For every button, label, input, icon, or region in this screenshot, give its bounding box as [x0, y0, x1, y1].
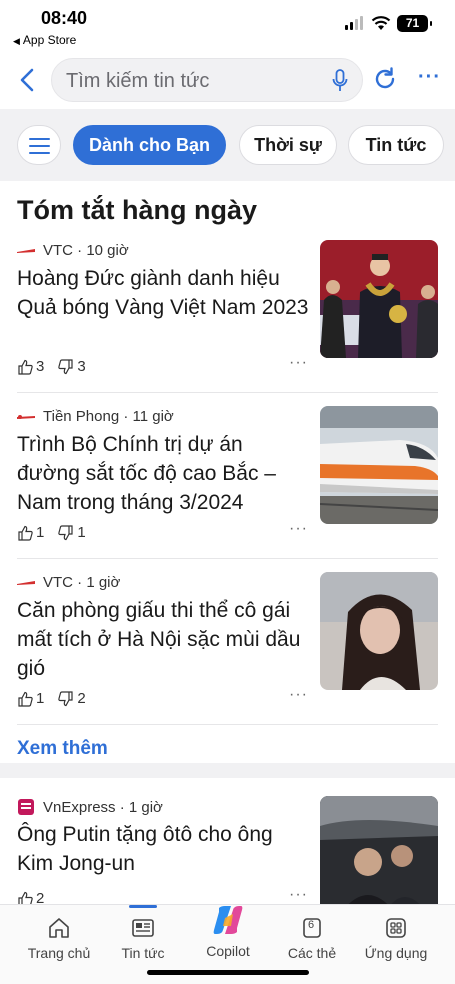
thumbs-down-icon [58, 690, 73, 706]
like-button[interactable]: 3 [17, 358, 44, 375]
source-text: VTC · 1 giờ [43, 574, 121, 591]
battery-level: 71 [405, 16, 420, 30]
thumbs-down-icon [58, 358, 73, 374]
like-count: 1 [36, 690, 45, 707]
tab-news[interactable]: Tin tức [348, 125, 444, 165]
newspaper-icon [132, 919, 154, 937]
divider [17, 392, 438, 393]
nav-apps-label: Ứng dụng [364, 945, 428, 961]
category-tabs: Dành cho Bạn Thời sự Tin tức [0, 109, 455, 181]
see-more-link[interactable]: Xem thêm [17, 738, 108, 760]
divider [17, 558, 438, 559]
like-count: 1 [36, 524, 45, 541]
back-app-label: App Store [22, 33, 77, 47]
status-time: 08:40 [41, 8, 88, 28]
thumbs-up-icon [18, 525, 33, 541]
like-button[interactable]: 1 [17, 690, 44, 707]
tab-current-affairs[interactable]: Thời sự [239, 125, 337, 165]
dislike-count: 1 [77, 524, 86, 541]
article-headline[interactable]: Căn phòng giấu thi thể cô gái mất tích ở… [17, 596, 309, 683]
article-headline[interactable]: Trình Bộ Chính trị dự án đường sắt tốc đ… [17, 430, 309, 517]
article-source: VnExpress · 1 giờ [17, 798, 163, 816]
article-headline[interactable]: Ông Putin tặng ôtô cho ông Kim Jong-un [17, 820, 309, 878]
back-triangle-icon: ◀ [13, 36, 20, 46]
like-count: 3 [36, 358, 45, 375]
thumbs-up-icon [18, 691, 33, 707]
nav-apps[interactable]: Ứng dụng [356, 905, 436, 961]
thumbs-up-icon [18, 359, 33, 375]
article-source: VTC · 10 giờ [17, 242, 129, 259]
article-reactions: 3 3 [17, 358, 100, 375]
tab-for-you[interactable]: Dành cho Bạn [73, 125, 226, 165]
nav-tabs-label: Các thẻ [287, 945, 337, 961]
nav-home-label: Trang chủ [27, 945, 91, 961]
copilot-icon [213, 906, 243, 934]
dislike-button[interactable]: 2 [58, 690, 86, 707]
source-text: Tiền Phong · 11 giờ [43, 408, 174, 425]
article-more-icon[interactable]: ··· [289, 354, 308, 372]
dislike-count: 3 [77, 358, 86, 375]
source-text: VTC · 10 giờ [43, 242, 129, 259]
tabs-count-badge: 6 [308, 919, 315, 931]
nav-home[interactable]: Trang chủ [19, 905, 99, 961]
vtc-logo-icon [17, 248, 35, 253]
article-reactions: 1 2 [17, 690, 100, 707]
article-reactions: 2 [17, 890, 58, 904]
section-gap [0, 763, 455, 778]
refresh-icon[interactable] [372, 66, 398, 92]
vnexpress-logo-icon [18, 799, 34, 815]
article-more-icon[interactable]: ··· [289, 886, 308, 904]
vtc-logo-icon [17, 580, 35, 585]
article-headline[interactable]: Hoàng Đức giành danh hiệu Quả bóng Vàng … [17, 264, 309, 322]
section-title: Tóm tắt hàng ngày [17, 195, 258, 225]
article-thumbnail[interactable] [320, 406, 438, 524]
like-button[interactable]: 2 [17, 890, 44, 904]
ellipsis-icon[interactable]: ··· [418, 66, 441, 89]
article-feed: VnExpress · 1 giờ Ông Putin tặng ôtô cho… [0, 778, 455, 904]
tien-phong-logo-icon [17, 414, 35, 419]
home-indicator[interactable] [147, 970, 309, 975]
mic-icon[interactable] [332, 69, 348, 93]
article-source: Tiền Phong · 11 giờ [17, 408, 174, 425]
cellular-signal-icon [345, 16, 363, 30]
status-bar: 08:40 ◀ App Store 71 [0, 0, 455, 52]
nav-copilot[interactable]: Copilot [188, 905, 268, 959]
article-more-icon[interactable]: ··· [289, 520, 308, 538]
like-button[interactable]: 1 [17, 524, 44, 541]
battery-icon: 71 [397, 15, 432, 32]
active-indicator [129, 905, 157, 908]
article-source: VTC · 1 giờ [17, 574, 120, 591]
dislike-button[interactable]: 3 [58, 358, 86, 375]
nav-copilot-label: Copilot [206, 943, 250, 959]
dislike-button[interactable]: 1 [58, 524, 86, 541]
dislike-count: 2 [77, 690, 86, 707]
source-text: VnExpress · 1 giờ [43, 798, 163, 816]
hamburger-menu-button[interactable] [17, 125, 61, 165]
search-input[interactable] [66, 68, 316, 94]
home-icon [49, 918, 69, 938]
article-thumbnail[interactable] [320, 572, 438, 690]
nav-news[interactable]: Tin tức [103, 905, 183, 961]
search-box[interactable] [51, 58, 363, 102]
thumbs-down-icon [58, 524, 73, 540]
article-more-icon[interactable]: ··· [289, 686, 308, 704]
wifi-icon [371, 16, 391, 30]
search-header: ··· [0, 52, 455, 109]
divider [17, 724, 438, 725]
daily-briefing-section: Tóm tắt hàng ngày VTC · 10 giờ Hoàng Đức… [0, 181, 455, 778]
article-thumbnail[interactable] [320, 240, 438, 358]
nav-tabs[interactable]: 6 Các thẻ [272, 905, 352, 961]
thumbs-up-icon [18, 891, 33, 904]
article-thumbnail[interactable] [320, 796, 438, 904]
nav-news-label: Tin tức [121, 945, 165, 961]
like-count: 2 [36, 890, 45, 904]
chevron-left-icon[interactable] [16, 66, 40, 94]
apps-icon [386, 918, 406, 938]
article-reactions: 1 1 [17, 524, 100, 541]
back-to-app-store[interactable]: ◀ App Store [13, 33, 76, 47]
